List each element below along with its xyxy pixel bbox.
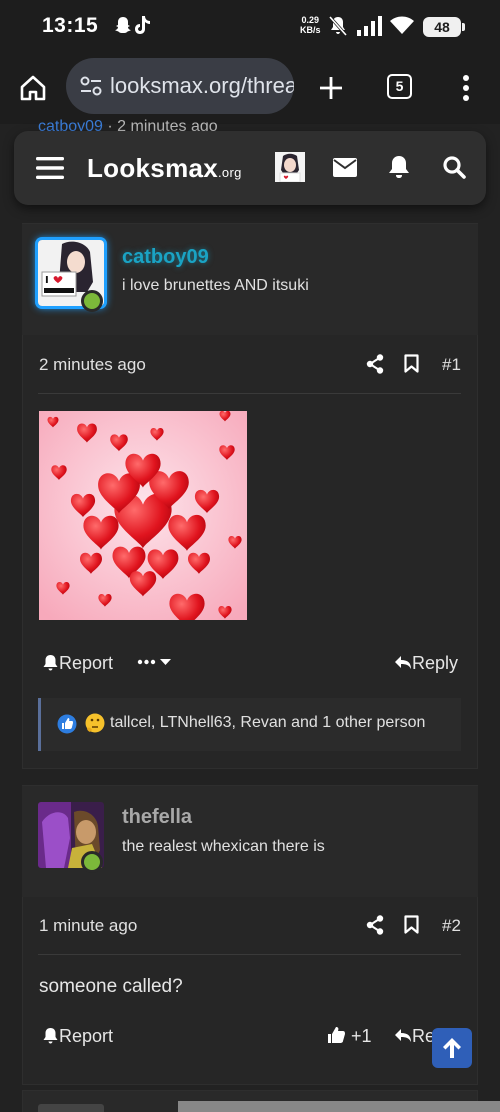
- post-2-number[interactable]: #2: [442, 916, 461, 936]
- post-1-reply-button[interactable]: Reply: [394, 653, 458, 674]
- post-1-report-button[interactable]: Report: [42, 653, 113, 674]
- account-avatar-image: [275, 152, 305, 182]
- hearts-image: [39, 411, 247, 620]
- logo-suffix: .org: [218, 165, 242, 180]
- like-reaction-icon: [57, 714, 77, 734]
- post-2-time[interactable]: 1 minute ago: [39, 916, 137, 936]
- post-1-online-indicator: [81, 290, 103, 312]
- post-1-number[interactable]: #1: [442, 355, 461, 375]
- post-1-reactions-bar[interactable]: tallcel, LTNhell63, Revan and 1 other pe…: [38, 698, 461, 751]
- address-bar[interactable]: looksmax.org/threads: [66, 58, 294, 114]
- more-options-icon[interactable]: [137, 656, 173, 668]
- share-icon[interactable]: [366, 915, 384, 935]
- tiktok-icon: [135, 16, 150, 34]
- share-icon[interactable]: [366, 354, 384, 374]
- thinking-reaction-icon: [85, 713, 105, 733]
- report-bell-icon: [43, 655, 58, 671]
- reply-icon: [395, 656, 411, 669]
- status-bar: 13:15 0.29 KB/s 48: [0, 0, 500, 52]
- mute-bell-icon: [328, 16, 348, 36]
- browser-toolbar: looksmax.org/threads 5: [0, 52, 500, 124]
- status-time: 13:15: [42, 14, 99, 37]
- site-header: Looksmax.org: [14, 131, 486, 205]
- post-1-reply-label: Reply: [412, 653, 459, 673]
- post-1-report-label: Report: [59, 653, 114, 673]
- post-2-username[interactable]: thefella: [122, 806, 192, 829]
- mail-icon[interactable]: [333, 158, 357, 177]
- tab-switcher-button[interactable]: 5: [387, 74, 412, 99]
- report-bell-icon: [43, 1028, 58, 1044]
- thumbs-up-icon: [328, 1027, 345, 1043]
- post-2-report-label: Report: [59, 1026, 114, 1046]
- battery-indicator: 48: [423, 17, 465, 37]
- bookmark-icon[interactable]: [404, 915, 419, 934]
- search-icon[interactable]: [442, 155, 466, 179]
- reply-icon: [395, 1029, 411, 1042]
- site-settings-icon[interactable]: [80, 76, 102, 96]
- account-avatar[interactable]: [275, 152, 305, 182]
- post-1-image[interactable]: [39, 411, 247, 620]
- net-speed-unit: KB/s: [300, 25, 321, 35]
- gesture-bar: [178, 1101, 500, 1112]
- post-2-divider: [38, 954, 461, 955]
- net-speed-value: 0.29: [301, 15, 320, 25]
- post-1-username[interactable]: catboy09: [122, 246, 209, 269]
- bell-icon[interactable]: [388, 155, 410, 180]
- snapchat-icon: [115, 17, 131, 33]
- post-2-like-button[interactable]: +1: [327, 1026, 372, 1047]
- post-1-time[interactable]: 2 minutes ago: [39, 355, 146, 375]
- arrow-up-icon: [443, 1038, 461, 1058]
- home-icon[interactable]: [19, 74, 47, 102]
- post-1-divider: [38, 393, 461, 394]
- post-2-like-count: +1: [351, 1026, 372, 1046]
- menu-icon[interactable]: [36, 156, 64, 180]
- post-3-avatar[interactable]: [38, 1104, 104, 1112]
- post-2-user-title: the realest whexican there is: [122, 838, 325, 855]
- site-logo[interactable]: Looksmax.org: [87, 153, 242, 184]
- post-1-reactions-text: tallcel, LTNhell63, Revan and 1 other pe…: [110, 714, 426, 731]
- url-text: looksmax.org/threads: [110, 73, 294, 98]
- overflow-menu-icon[interactable]: [461, 74, 471, 102]
- svg-text:I: I: [45, 275, 49, 286]
- network-speed: 0.29 KB/s: [300, 15, 321, 35]
- wifi-icon: [390, 16, 414, 34]
- post-2-body: someone called?: [39, 976, 183, 997]
- scroll-to-top-button[interactable]: [432, 1028, 472, 1068]
- bookmark-icon[interactable]: [404, 354, 419, 373]
- plus-icon[interactable]: [318, 75, 344, 101]
- post-2-online-indicator: [81, 851, 103, 873]
- post-2-report-button[interactable]: Report: [42, 1026, 113, 1047]
- signal-icon: [357, 16, 382, 36]
- logo-main: Looksmax: [87, 153, 219, 183]
- post-1-user-title: i love brunettes AND itsuki: [122, 277, 309, 294]
